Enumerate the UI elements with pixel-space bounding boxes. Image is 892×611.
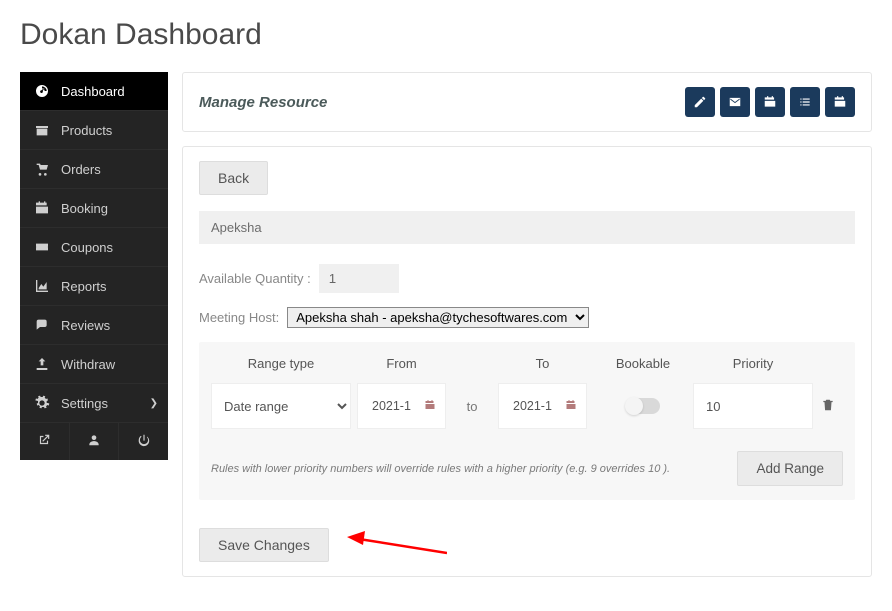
mail-icon[interactable]	[720, 87, 750, 117]
sidebar-item-label: Settings	[61, 396, 108, 411]
sidebar-item-label: Withdraw	[61, 357, 115, 372]
sidebar-item-label: Booking	[61, 201, 108, 216]
table-header: Range type From To Bookable Priority	[199, 342, 855, 383]
back-button[interactable]: Back	[199, 161, 268, 195]
sidebar-toolbar	[20, 423, 168, 460]
edit-icon[interactable]	[685, 87, 715, 117]
quantity-label: Available Quantity :	[199, 271, 311, 286]
upload-icon	[34, 356, 50, 372]
meeting-host-label: Meeting Host:	[199, 310, 279, 325]
calendar-small-icon[interactable]	[755, 87, 785, 117]
save-changes-button[interactable]: Save Changes	[199, 528, 329, 562]
table-footer: Rules with lower priority numbers will o…	[199, 437, 855, 500]
gear-icon	[34, 395, 50, 411]
sidebar-item-reviews[interactable]: Reviews	[20, 306, 168, 345]
gauge-icon	[34, 83, 50, 99]
col-from: From	[351, 356, 452, 371]
resource-name: Apeksha	[199, 211, 855, 244]
chevron-right-icon: ❯	[150, 398, 158, 409]
meeting-host-select[interactable]: Apeksha shah - apeksha@tychesoftwares.co…	[287, 307, 589, 328]
to-separator: to	[452, 399, 492, 414]
header-action-icons	[685, 87, 855, 117]
resource-panel: Back Apeksha Available Quantity : Meetin…	[182, 146, 872, 577]
chart-icon	[34, 278, 50, 294]
box-icon	[34, 122, 50, 138]
sidebar-item-label: Orders	[61, 162, 101, 177]
meeting-host-row: Meeting Host: Apeksha shah - apeksha@tyc…	[199, 307, 855, 328]
col-priority: Priority	[693, 356, 813, 371]
sidebar-item-dashboard[interactable]: Dashboard	[20, 72, 168, 111]
main-content: Manage Resource Back Apeksha Available Q…	[182, 72, 872, 591]
table-row: Date range to	[199, 383, 855, 437]
arrow-annotation	[347, 531, 447, 559]
sidebar-item-label: Reviews	[61, 318, 110, 333]
rules-note: Rules with lower priority numbers will o…	[211, 463, 670, 475]
sidebar-item-products[interactable]: Products	[20, 111, 168, 150]
sidebar-item-label: Dashboard	[61, 84, 125, 99]
add-range-button[interactable]: Add Range	[737, 451, 843, 486]
external-link-icon[interactable]	[20, 423, 70, 460]
ticket-icon	[34, 239, 50, 255]
sidebar-item-label: Coupons	[61, 240, 113, 255]
header-panel: Manage Resource	[182, 72, 872, 132]
sidebar-item-label: Reports	[61, 279, 107, 294]
list-icon[interactable]	[790, 87, 820, 117]
calendar-icon	[34, 200, 50, 216]
sidebar-item-booking[interactable]: Booking	[20, 189, 168, 228]
sidebar-item-coupons[interactable]: Coupons	[20, 228, 168, 267]
bookable-toggle[interactable]	[626, 398, 660, 414]
user-icon[interactable]	[70, 423, 120, 460]
delete-row-button[interactable]	[813, 398, 843, 415]
quantity-row: Available Quantity :	[199, 264, 855, 293]
quantity-input[interactable]	[319, 264, 399, 293]
cart-icon	[34, 161, 50, 177]
calendar-picker-icon[interactable]	[424, 398, 436, 414]
sidebar: Dashboard Products Orders Booking Coupon…	[20, 72, 168, 460]
sidebar-item-label: Products	[61, 123, 112, 138]
comments-icon	[34, 317, 50, 333]
sidebar-item-orders[interactable]: Orders	[20, 150, 168, 189]
panel-title: Manage Resource	[199, 94, 327, 111]
col-bookable: Bookable	[593, 356, 693, 371]
range-type-select[interactable]: Date range	[211, 383, 351, 429]
col-to: To	[492, 356, 593, 371]
priority-input[interactable]	[693, 383, 813, 429]
col-range-type: Range type	[211, 356, 351, 371]
availability-table: Range type From To Bookable Priority Dat…	[199, 342, 855, 500]
calendar-picker-icon[interactable]	[565, 398, 577, 414]
calendar-alt-icon[interactable]	[825, 87, 855, 117]
sidebar-item-reports[interactable]: Reports	[20, 267, 168, 306]
power-icon[interactable]	[119, 423, 168, 460]
sidebar-item-settings[interactable]: Settings ❯	[20, 384, 168, 423]
page-title: Dokan Dashboard	[0, 0, 892, 72]
sidebar-item-withdraw[interactable]: Withdraw	[20, 345, 168, 384]
